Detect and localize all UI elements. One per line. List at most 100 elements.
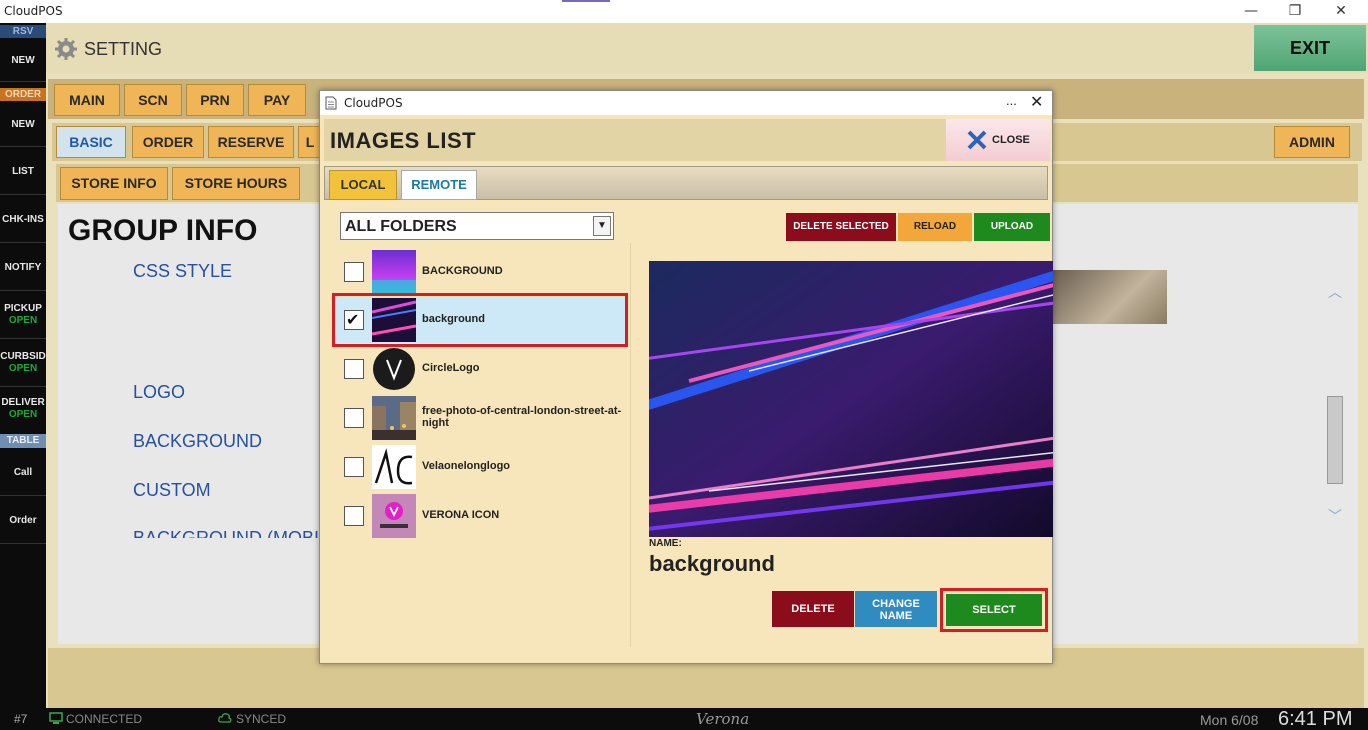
image-checkbox[interactable] [344,359,364,379]
tab-local[interactable]: LOCAL [329,170,397,200]
field-label-custom: CUSTOM [133,480,211,500]
tab-prn[interactable]: PRN [186,84,244,116]
change-name-button[interactable]: CHANGE NAME [855,591,937,627]
os-accent-bar [562,0,610,2]
cloud-sync-icon [218,713,232,723]
background-image-thumbnail[interactable] [1053,270,1167,324]
sidebar-curbside-status: OPEN [8,363,38,374]
tab-store-hours[interactable]: STORE HOURS [172,167,300,200]
image-checkbox[interactable] [344,262,364,282]
sidebar-pickup-label: PICKUP [4,303,42,314]
status-date: Mon 6/08 [1200,712,1259,728]
tab-basic[interactable]: BASIC [56,126,126,158]
tab-admin[interactable]: ADMIN [1274,126,1350,158]
dialog-heading: IMAGES LIST [330,128,477,153]
scroll-up-icon[interactable]: ︿ [1326,282,1344,302]
dialog-window-close-button[interactable]: ✕ [1030,92,1043,111]
folder-select-value: ALL FOLDERS [345,218,457,235]
image-preview [649,261,1053,537]
delete-button[interactable]: DELETE [772,591,854,627]
chevron-down-icon[interactable]: ▼ [593,216,611,236]
image-name-value: background [649,551,775,576]
image-list-item[interactable]: VERONA ICON [334,493,628,539]
delete-selected-button[interactable]: DELETE SELECTED [786,213,896,241]
tab-reserve[interactable]: RESERVE [208,126,294,158]
dialog-app-title: CloudPOS [344,96,403,110]
sidebar-item-notify[interactable]: NOTIFY [0,245,46,291]
image-name: VERONA ICON [422,509,500,521]
page-title: SETTING [84,39,163,59]
upload-button[interactable]: UPLOAD [974,213,1050,241]
image-list-item[interactable]: CircleLogo [334,346,628,392]
sidebar-item-chk-ins[interactable]: CHK-INS [0,197,46,243]
image-name: CircleLogo [422,362,480,374]
sidebar-delivery-label: DELIVER [1,397,45,408]
connection-icon [49,712,63,724]
content-scrollbar[interactable]: ︿ ﹀ [1326,270,1344,524]
image-checkbox[interactable] [344,506,364,526]
sidebar-item-pickup[interactable]: PICKUP OPEN [0,293,46,339]
long-logo-thumbnail-icon [372,445,416,489]
list-divider [630,243,631,647]
reload-button[interactable]: RELOAD [898,213,972,241]
tab-scn[interactable]: SCN [124,84,182,116]
field-label-css-style: CSS STYLE [133,261,233,281]
sidebar-delivery-status: OPEN [8,409,38,420]
status-time: 6:41 PM [1278,708,1353,730]
image-name-label: NAME: [649,538,682,549]
close-x-icon [967,130,987,150]
sidebar-item-order-new[interactable]: NEW [0,103,46,147]
image-list-item[interactable]: free-photo-of-central-london-street-at-n… [334,395,628,441]
group-info-title: GROUP INFO [68,214,258,247]
image-name: Velaonelonglogo [422,460,511,472]
left-sidebar: RSV NEW ORDER NEW LIST CHK-INS NOTIFY PI… [0,23,46,708]
image-name: free-photo-of-central-london-street-at-n… [422,405,622,429]
sidebar-item-curbside[interactable]: CURBSID OPEN [0,341,46,387]
image-checkbox[interactable] [344,457,364,477]
sidebar-item-list[interactable]: LIST [0,149,46,195]
image-list-item[interactable]: Velaonelonglogo [334,444,628,490]
sidebar-item-order[interactable]: Order [0,498,46,544]
change-name-line1: CHANGE [872,598,920,610]
os-window-title: CloudPOS [4,4,63,18]
sidebar-header-table: TABLE [0,434,46,448]
close-button[interactable]: CLOSE [946,119,1050,161]
select-button[interactable]: SELECT [946,594,1042,626]
connection-status: CONNECTED [66,712,143,726]
dialog-tabs: LOCAL REMOTE [324,166,1048,200]
sidebar-item-delivery[interactable]: DELIVER OPEN [0,389,46,435]
header-bar: SETTING EXIT [46,23,1368,73]
scroll-down-icon[interactable]: ﹀ [1326,506,1344,526]
station-number: #7 [14,712,28,726]
sidebar-header-order: ORDER [0,88,46,101]
scroll-thumb[interactable] [1327,396,1343,484]
minimize-button[interactable]: — [1228,0,1274,23]
image-checkbox[interactable] [344,408,364,428]
tab-main[interactable]: MAIN [54,84,120,116]
sidebar-curbside-label: CURBSID [0,351,46,362]
field-label-logo: LOGO [133,382,186,402]
image-list-item[interactable]: BACKGROUND [334,249,628,295]
sidebar-item-call[interactable]: Call [0,450,46,496]
sidebar-pickup-status: OPEN [8,315,38,326]
tab-remote[interactable]: REMOTE [401,170,477,200]
window-close-button[interactable]: ✕ [1318,0,1364,23]
dialog-more-button[interactable]: ... [1006,93,1017,108]
folder-select[interactable]: ALL FOLDERS ▼ [340,212,614,240]
tab-order[interactable]: ORDER [132,126,204,158]
tab-store-info[interactable]: STORE INFO [60,167,168,200]
field-label-background-mobile: BACKGROUND (MOBI [133,528,320,538]
os-titlebar: CloudPOS — ❐ ✕ [0,0,1368,23]
dialog-titlebar: CloudPOS ... ✕ [320,91,1052,115]
field-label-background: BACKGROUND [133,431,263,451]
verona-icon-thumbnail-icon [372,494,416,538]
dialog-header: IMAGES LIST CLOSE [324,119,1050,161]
sidebar-header-rsv: RSV [0,25,46,38]
images-list-dialog: CloudPOS ... ✕ IMAGES LIST CLOSE LOCAL R… [319,90,1053,664]
close-button-label: CLOSE [992,134,1030,146]
tab-pay[interactable]: PAY [248,84,306,116]
document-icon [325,96,337,110]
restore-button[interactable]: ❐ [1272,0,1318,23]
exit-button[interactable]: EXIT [1254,25,1366,71]
sidebar-item-rsv-new[interactable]: NEW [0,40,46,82]
